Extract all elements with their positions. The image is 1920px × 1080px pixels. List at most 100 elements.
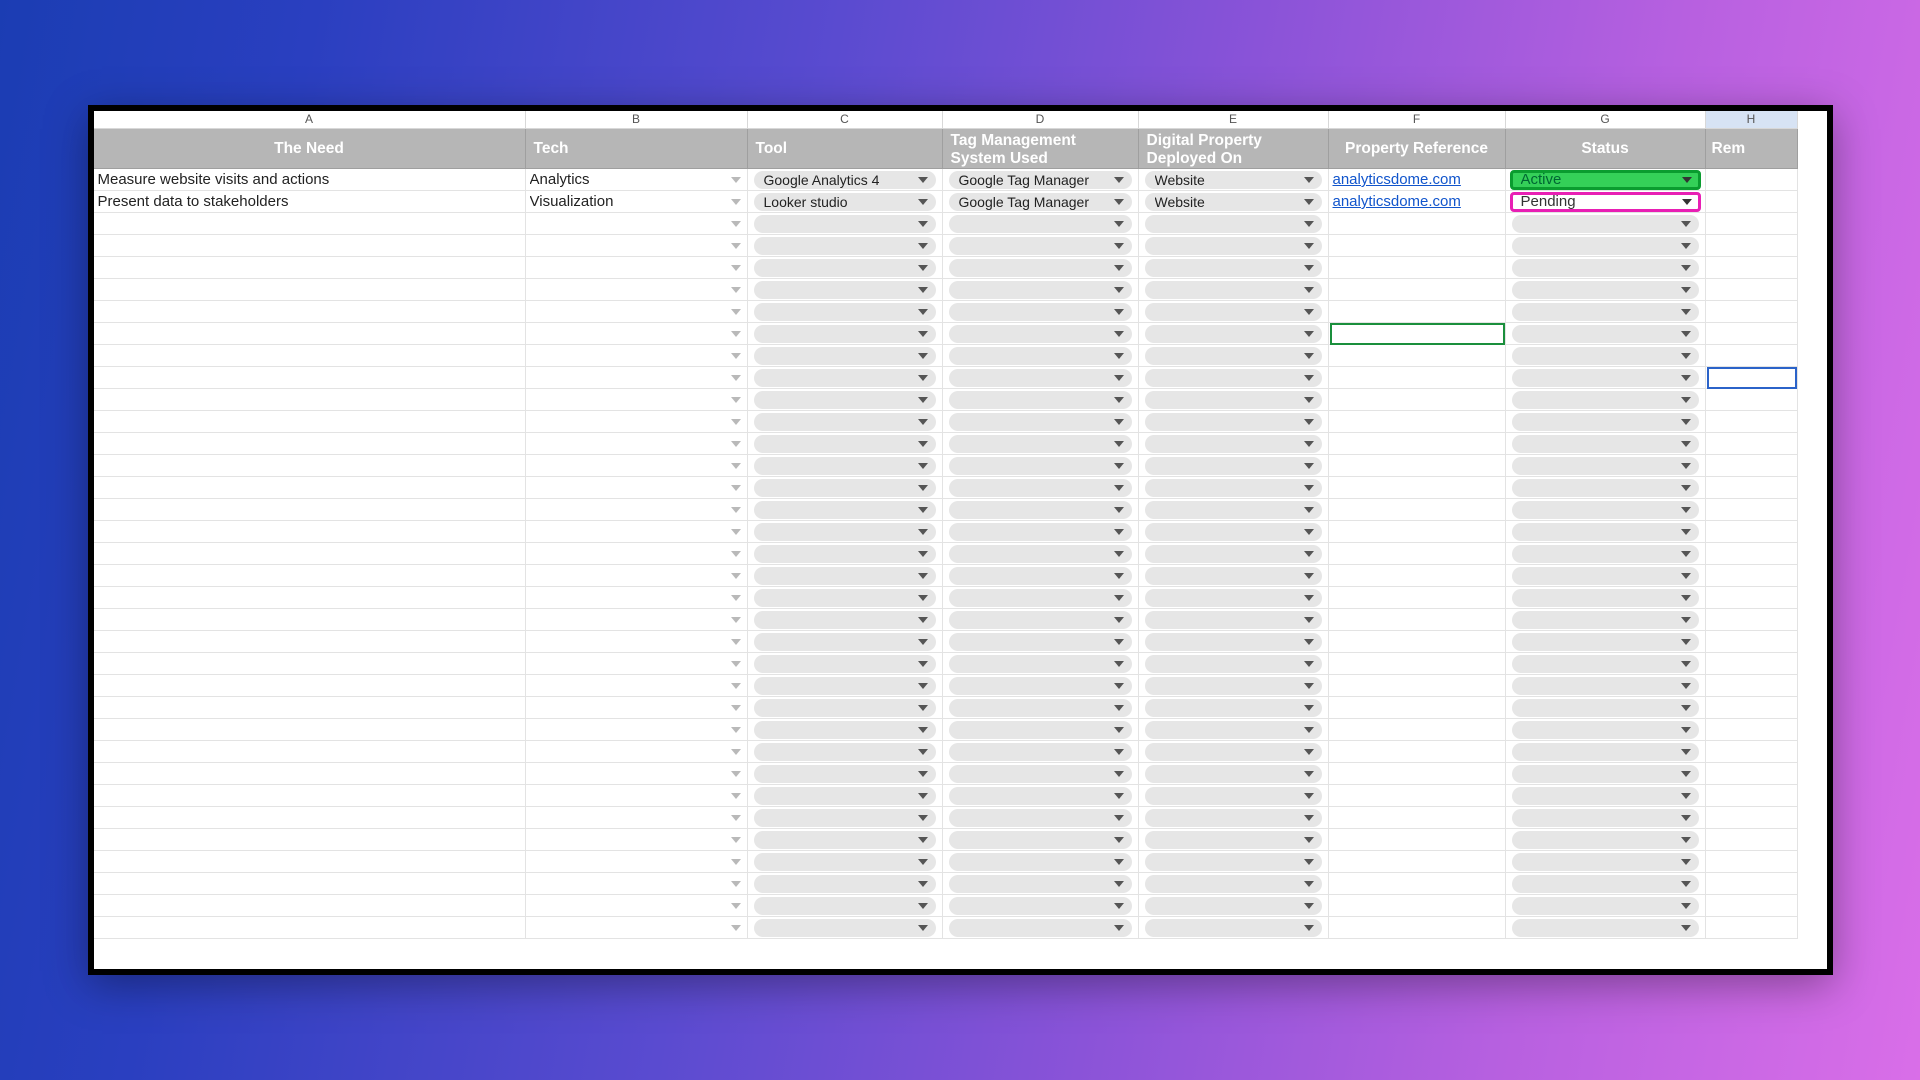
cell-need-r7[interactable] <box>94 323 526 345</box>
cell-rem-r7[interactable] <box>1706 323 1798 345</box>
cell-tool-r12[interactable] <box>748 433 943 455</box>
cell-property-r0-chip[interactable]: Website <box>1145 171 1322 189</box>
cell-tech-r19[interactable] <box>526 587 748 609</box>
dropdown-caret-icon[interactable] <box>731 221 741 227</box>
cell-ref-r24[interactable] <box>1329 697 1506 719</box>
cell-property-r14-chip[interactable] <box>1145 479 1322 497</box>
dropdown-caret-icon[interactable] <box>918 485 928 491</box>
cell-tech-r4[interactable] <box>526 257 748 279</box>
cell-tool-r29[interactable] <box>748 807 943 829</box>
cell-tech-r9[interactable] <box>526 367 748 389</box>
cell-property-r29[interactable] <box>1139 807 1329 829</box>
cell-tool-r22-chip[interactable] <box>754 655 936 673</box>
dropdown-caret-icon[interactable] <box>1682 177 1692 183</box>
dropdown-caret-icon[interactable] <box>918 353 928 359</box>
column-header-f[interactable]: F <box>1329 111 1506 129</box>
cell-property-r8[interactable] <box>1139 345 1329 367</box>
cell-tms-r4[interactable] <box>943 257 1139 279</box>
cell-tms-r3-chip[interactable] <box>949 237 1132 255</box>
cell-property-r12-chip[interactable] <box>1145 435 1322 453</box>
dropdown-caret-icon[interactable] <box>1681 683 1691 689</box>
cell-rem-r31[interactable] <box>1706 851 1798 873</box>
dropdown-caret-icon[interactable] <box>1304 375 1314 381</box>
cell-tms-r27-chip[interactable] <box>949 765 1132 783</box>
cell-property-r4-chip[interactable] <box>1145 259 1322 277</box>
dropdown-caret-icon[interactable] <box>731 243 741 249</box>
cell-tms-r28-chip[interactable] <box>949 787 1132 805</box>
cell-property-r1[interactable]: Website <box>1139 191 1329 213</box>
cell-tms-r8[interactable] <box>943 345 1139 367</box>
dropdown-caret-icon[interactable] <box>1304 837 1314 843</box>
cell-property-r21-chip[interactable] <box>1145 633 1322 651</box>
cell-status-r29[interactable] <box>1506 807 1706 829</box>
dropdown-caret-icon[interactable] <box>918 683 928 689</box>
cell-ref-r21[interactable] <box>1329 631 1506 653</box>
cell-tool-r25[interactable] <box>748 719 943 741</box>
cell-tms-r24-chip[interactable] <box>949 699 1132 717</box>
cell-need-r15[interactable] <box>94 499 526 521</box>
cell-tech-r3[interactable] <box>526 235 748 257</box>
cell-status-r10-chip[interactable] <box>1512 391 1699 409</box>
dropdown-caret-icon[interactable] <box>1304 771 1314 777</box>
dropdown-caret-icon[interactable] <box>918 749 928 755</box>
cell-property-r0[interactable]: Website <box>1139 169 1329 191</box>
cell-ref-r31[interactable] <box>1329 851 1506 873</box>
cell-need-r3[interactable] <box>94 235 526 257</box>
dropdown-caret-icon[interactable] <box>1114 661 1124 667</box>
cell-tms-r3[interactable] <box>943 235 1139 257</box>
column-header-c[interactable]: C <box>748 111 943 129</box>
cell-tool-r29-chip[interactable] <box>754 809 936 827</box>
dropdown-caret-icon[interactable] <box>1304 331 1314 337</box>
cell-property-r15[interactable] <box>1139 499 1329 521</box>
cell-tms-r18-chip[interactable] <box>949 567 1132 585</box>
cell-tms-r2-chip[interactable] <box>949 215 1132 233</box>
cell-tms-r17-chip[interactable] <box>949 545 1132 563</box>
cell-tool-r26[interactable] <box>748 741 943 763</box>
cell-status-r0[interactable]: Active <box>1506 169 1706 191</box>
dropdown-caret-icon[interactable] <box>1114 375 1124 381</box>
cell-property-r5[interactable] <box>1139 279 1329 301</box>
dropdown-caret-icon[interactable] <box>731 309 741 315</box>
cell-ref-r23[interactable] <box>1329 675 1506 697</box>
dropdown-caret-icon[interactable] <box>1114 221 1124 227</box>
cell-tms-r25-chip[interactable] <box>949 721 1132 739</box>
cell-tool-r32-chip[interactable] <box>754 875 936 893</box>
cell-tech-r31[interactable] <box>526 851 748 873</box>
cell-property-r30-chip[interactable] <box>1145 831 1322 849</box>
cell-property-r11-chip[interactable] <box>1145 413 1322 431</box>
cell-tms-r13-chip[interactable] <box>949 457 1132 475</box>
cell-need-r22[interactable] <box>94 653 526 675</box>
dropdown-caret-icon[interactable] <box>1114 485 1124 491</box>
dropdown-caret-icon[interactable] <box>731 419 741 425</box>
cell-tms-r33[interactable] <box>943 895 1139 917</box>
cell-tms-r13[interactable] <box>943 455 1139 477</box>
cell-status-r10[interactable] <box>1506 389 1706 411</box>
cell-property-r14[interactable] <box>1139 477 1329 499</box>
cell-rem-r27[interactable] <box>1706 763 1798 785</box>
cell-need-r0[interactable]: Measure website visits and actions <box>94 169 526 191</box>
cell-ref-r10[interactable] <box>1329 389 1506 411</box>
dropdown-caret-icon[interactable] <box>1304 815 1314 821</box>
cell-rem-r25[interactable] <box>1706 719 1798 741</box>
cell-tech-r33[interactable] <box>526 895 748 917</box>
cell-property-r28-chip[interactable] <box>1145 787 1322 805</box>
cell-property-r17[interactable] <box>1139 543 1329 565</box>
dropdown-caret-icon[interactable] <box>1681 837 1691 843</box>
cell-need-r20[interactable] <box>94 609 526 631</box>
dropdown-caret-icon[interactable] <box>1304 397 1314 403</box>
dropdown-caret-icon[interactable] <box>1304 749 1314 755</box>
cell-property-r32-chip[interactable] <box>1145 875 1322 893</box>
dropdown-caret-icon[interactable] <box>1681 727 1691 733</box>
cell-tms-r21[interactable] <box>943 631 1139 653</box>
dropdown-caret-icon[interactable] <box>918 771 928 777</box>
cell-property-r28[interactable] <box>1139 785 1329 807</box>
cell-status-r22-chip[interactable] <box>1512 655 1699 673</box>
dropdown-caret-icon[interactable] <box>731 617 741 623</box>
cell-tech-r26[interactable] <box>526 741 748 763</box>
cell-tool-r17[interactable] <box>748 543 943 565</box>
cell-status-r9[interactable] <box>1506 367 1706 389</box>
cell-property-r27[interactable] <box>1139 763 1329 785</box>
cell-tech-r28[interactable] <box>526 785 748 807</box>
cell-need-r8[interactable] <box>94 345 526 367</box>
cell-ref-r33[interactable] <box>1329 895 1506 917</box>
